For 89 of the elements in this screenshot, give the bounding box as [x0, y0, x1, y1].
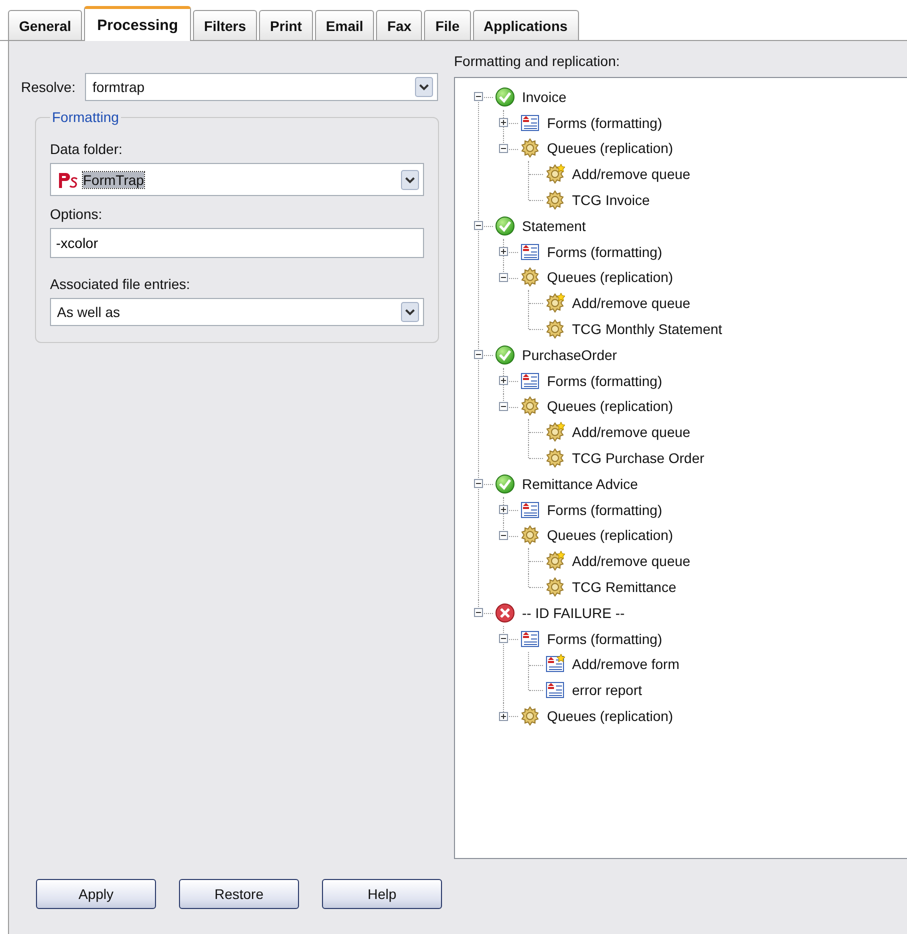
dropdown-field[interactable]: As well as [50, 298, 424, 326]
tab[interactable]: Applications [472, 10, 579, 40]
tree-item[interactable]: PurchaseOrder [522, 346, 617, 363]
tab[interactable]: Fax [376, 10, 422, 40]
check-circle-icon [495, 216, 515, 236]
tab[interactable]: General [8, 10, 82, 40]
tree-item[interactable]: TCG Purchase Order [572, 450, 704, 466]
dropdown-caret-icon [401, 170, 419, 190]
gear-icon [520, 525, 540, 546]
gear-icon [545, 319, 565, 340]
tree-item[interactable]: Add/remove queue [572, 553, 690, 570]
gear-icon [520, 706, 540, 726]
tree-item[interactable]: Forms (formatting) [547, 244, 662, 260]
expand-icon[interactable] [499, 505, 508, 514]
collapse-icon[interactable] [474, 350, 483, 360]
tree-item[interactable]: error report [572, 682, 642, 698]
dropdown-caret-icon [415, 77, 433, 97]
expand-icon[interactable] [499, 247, 508, 256]
tab[interactable]: Email [314, 10, 374, 40]
tree-label: Formatting and replication: [454, 53, 621, 69]
check-circle-icon [495, 344, 515, 365]
tree-item[interactable]: Add/remove queue [572, 424, 690, 440]
collapse-icon[interactable] [474, 479, 483, 488]
tree-item[interactable]: Queues (replication) [547, 398, 674, 414]
tree-item[interactable]: TCG Remittance [572, 579, 676, 596]
collapse-icon[interactable] [499, 530, 508, 540]
tree-item[interactable]: -- ID FAILURE -- [522, 604, 625, 621]
collapse-icon[interactable] [499, 272, 508, 282]
expand-icon[interactable] [499, 712, 508, 721]
tree-item[interactable]: Queues (replication) [547, 269, 674, 286]
tree-item[interactable]: Forms (formatting) [547, 372, 662, 389]
tree-item[interactable]: Queues (replication) [547, 527, 674, 544]
tree-item[interactable]: TCG Invoice [572, 192, 650, 208]
tab[interactable]: Print [259, 10, 313, 40]
collapse-icon[interactable] [474, 221, 483, 230]
form-document-icon [520, 112, 540, 133]
field-label: Associated file entries: [50, 276, 192, 292]
tree-item[interactable]: Forms (formatting) [547, 114, 662, 131]
tree-item[interactable]: Statement [522, 218, 586, 234]
dropdown-field[interactable]: FormTrap [50, 163, 424, 196]
tree-item[interactable]: Forms (formatting) [547, 502, 662, 518]
tree-item[interactable]: Queues (replication) [547, 140, 674, 156]
gear-icon [545, 577, 565, 598]
gear-icon [520, 267, 540, 288]
error-circle-icon [495, 602, 515, 623]
gear-icon [545, 448, 565, 468]
tree-item[interactable]: Invoice [522, 88, 566, 105]
collapse-icon[interactable] [499, 634, 508, 644]
tree-item[interactable]: Forms (formatting) [547, 630, 662, 647]
form-document-icon [520, 242, 540, 262]
dropdown-field[interactable]: formtrap [85, 73, 438, 101]
dropdown-caret-icon [401, 302, 419, 322]
form-document-icon [520, 500, 540, 520]
tab[interactable]: Processing [84, 6, 192, 41]
field-label: Options: [50, 206, 104, 222]
form-document-icon [545, 680, 565, 700]
tree-item[interactable]: Queues (replication) [547, 708, 674, 724]
tree-item[interactable]: Add/remove form [572, 656, 680, 672]
action-button[interactable]: Help [322, 879, 442, 909]
gear-star-icon [545, 164, 565, 184]
tree-item[interactable]: Add/remove queue [572, 295, 690, 312]
collapse-icon[interactable] [474, 92, 483, 102]
tree-item[interactable]: Add/remove queue [572, 166, 690, 182]
collapse-icon[interactable] [499, 402, 508, 411]
expand-icon[interactable] [499, 118, 508, 128]
options-field[interactable]: -xcolor [50, 228, 424, 258]
form-document-icon [520, 628, 540, 649]
tree-item[interactable]: Remittance Advice [522, 476, 638, 492]
group-title: Formatting [51, 109, 120, 125]
gear-icon [520, 138, 540, 158]
gear-icon [545, 190, 565, 210]
tree-item[interactable]: TCG Monthly Statement [572, 321, 722, 338]
check-circle-icon [495, 474, 515, 494]
action-button[interactable]: Apply [36, 879, 156, 909]
gear-icon [520, 396, 540, 416]
resolve-label: Resolve: [21, 79, 76, 95]
tab[interactable]: File [424, 10, 471, 40]
gear-star-icon [545, 551, 565, 572]
collapse-icon[interactable] [499, 144, 508, 153]
gear-star-icon [545, 422, 565, 442]
tab[interactable]: Filters [193, 10, 258, 40]
selected-value: FormTrap [83, 172, 144, 188]
check-circle-icon [495, 86, 515, 107]
gear-star-icon [545, 293, 565, 314]
form-document-icon [520, 370, 540, 391]
expand-icon[interactable] [499, 376, 508, 386]
collapse-icon[interactable] [474, 608, 483, 618]
action-button[interactable]: Restore [179, 879, 299, 909]
field-label: Data folder: [50, 141, 124, 157]
